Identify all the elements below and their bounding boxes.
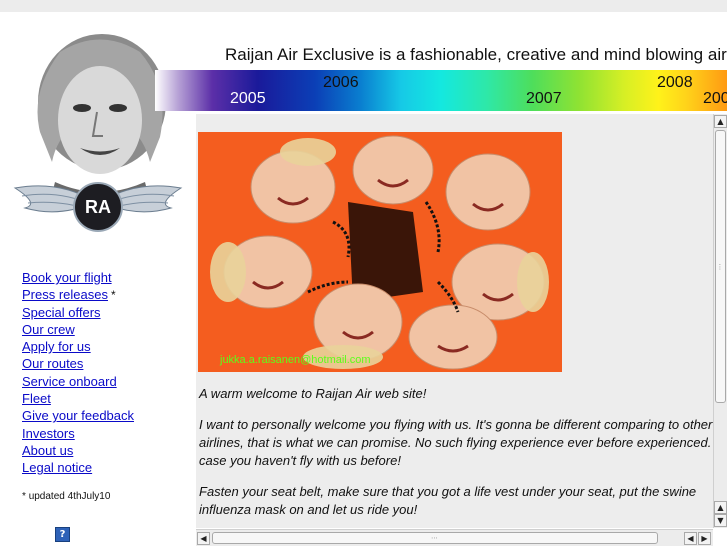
header-portrait-logo: RA (0, 12, 196, 241)
nav-item: Service onboard (22, 373, 134, 390)
nav-link-service-onboard[interactable]: Service onboard (22, 374, 117, 389)
horizontal-scroll-thumb[interactable]: ⋯ (212, 532, 658, 544)
content-frame: jukka.a.raisanen@hotmail.com A warm welc… (196, 114, 713, 528)
nav-item: Our crew (22, 321, 134, 338)
browser-top-strip (0, 0, 727, 12)
nav-link-apply-for-us[interactable]: Apply for us (22, 339, 91, 354)
timeline-year-2008: 2008 (657, 74, 693, 91)
nav-item: Give your feedback (22, 407, 134, 424)
scroll-right-button[interactable]: ▶ (698, 532, 711, 545)
timeline-year-2006: 2006 (323, 74, 359, 91)
nav-link-special-offers[interactable]: Special offers (22, 305, 101, 320)
nav-link-book-your-flight[interactable]: Book your flight (22, 270, 112, 285)
footnote-star: * (22, 491, 26, 502)
nav-item: Book your flight (22, 269, 134, 286)
nav-item: About us (22, 442, 134, 459)
footnote-text: updated 4thJuly10 (28, 491, 111, 502)
site-tagline: Raijan Air Exclusive is a fashionable, c… (225, 45, 727, 64)
welcome-paragraph-1: I want to personally welcome you flying … (199, 417, 713, 468)
vertical-scroll-thumb[interactable]: ⋮ (715, 130, 726, 403)
scroll-left-button[interactable]: ◀ (197, 532, 210, 545)
crew-photo (198, 132, 562, 372)
help-icon[interactable]: ? (55, 527, 70, 542)
nav-link-our-routes[interactable]: Our routes (22, 356, 83, 371)
nav-item: Our routes (22, 355, 134, 372)
scroll-up-button[interactable]: ▲ (714, 115, 727, 128)
vertical-scrollbar[interactable]: ▲ ⋮ ▲ ▼ (713, 114, 727, 528)
timeline-year-2007: 2007 (526, 90, 562, 107)
nav-item: Press releases * (22, 286, 134, 303)
scroll-down-button[interactable]: ▼ (714, 514, 727, 527)
timeline-year-partial: 200 (703, 90, 727, 107)
nav-link-give-your-feedback[interactable]: Give your feedback (22, 408, 134, 423)
nav-link-legal-notice[interactable]: Legal notice (22, 460, 92, 475)
nav-item: Special offers (22, 304, 134, 321)
sidebar-nav: Book your flight Press releases * Special o… (0, 241, 196, 545)
nav-link-about-us[interactable]: About us (22, 443, 73, 458)
welcome-paragraph-2: Fasten your seat belt, make sure that yo… (199, 484, 697, 517)
photo-email-overlay: jukka.a.raisanen@hotmail.com (220, 354, 371, 366)
updated-star-marker: * (110, 288, 116, 303)
nav-link-our-crew[interactable]: Our crew (22, 322, 75, 337)
nav-item: Legal notice (22, 459, 134, 476)
timeline-year-2005: 2005 (230, 90, 266, 107)
nav-item: Investors (22, 425, 134, 442)
update-footnote: * updated 4thJuly10 (22, 491, 110, 502)
nav-link-fleet[interactable]: Fleet (22, 391, 51, 406)
nav-item: Fleet (22, 390, 134, 407)
logo-text: RA (85, 197, 111, 217)
portrait-image: RA (13, 34, 183, 232)
year-timeline-bar: 2005 2006 2007 2008 200 (155, 70, 727, 111)
nav-list: Book your flight Press releases * Special o… (22, 269, 134, 477)
nav-link-investors[interactable]: Investors (22, 426, 75, 441)
scroll-left-button-right[interactable]: ◀ (684, 532, 697, 545)
horizontal-scrollbar[interactable]: ◀ ⋯ ◀ ▶ (196, 529, 713, 546)
welcome-heading: A warm welcome to Raijan Air web site! (199, 386, 427, 401)
nav-link-press-releases[interactable]: Press releases (22, 287, 108, 302)
nav-item: Apply for us (22, 338, 134, 355)
scroll-up-button-lower[interactable]: ▲ (714, 501, 727, 514)
